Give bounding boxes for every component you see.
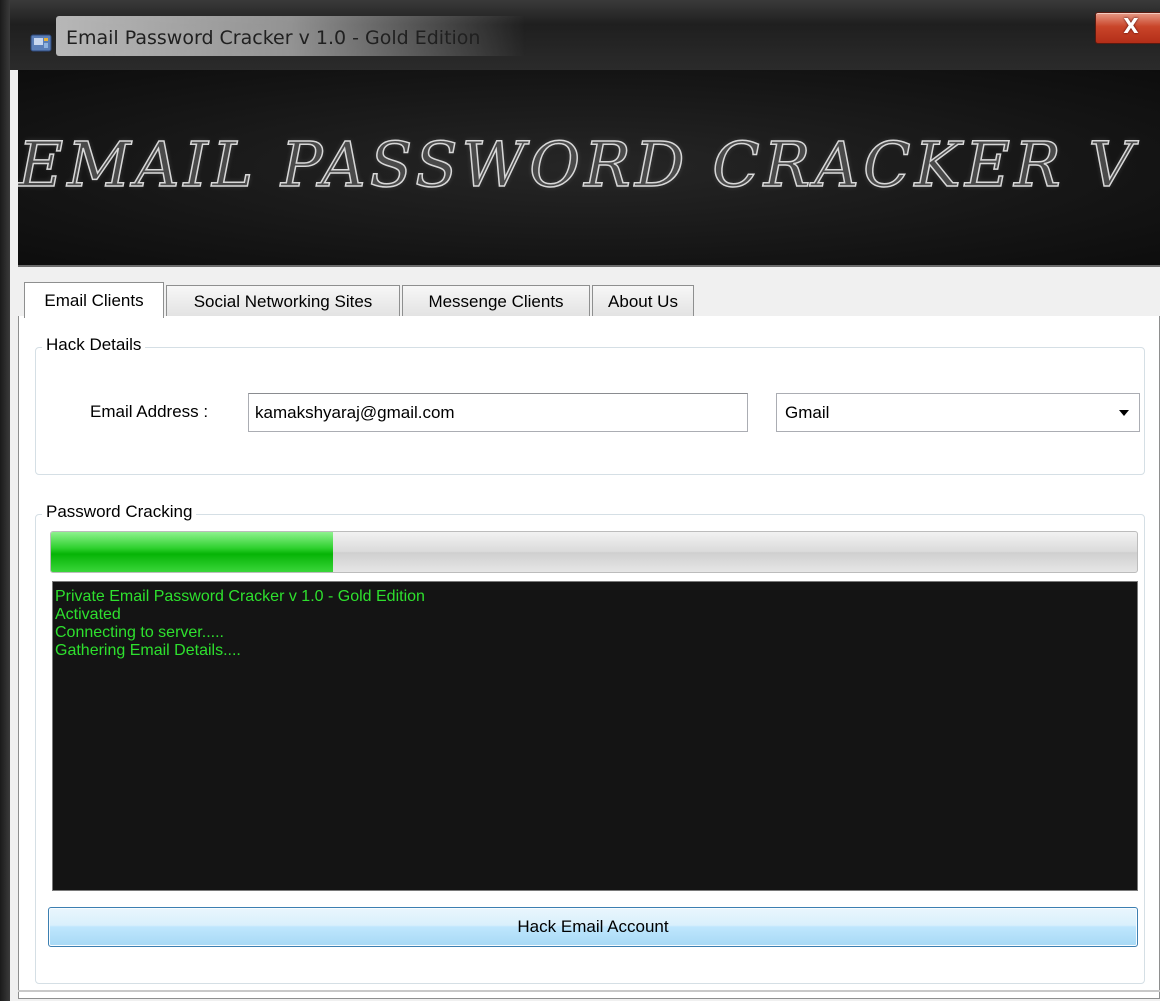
tab-messenge-clients[interactable]: Messenge Clients	[402, 285, 590, 317]
tab-email-clients[interactable]: Email Clients	[24, 282, 164, 318]
hack-email-account-button[interactable]: Hack Email Account	[48, 907, 1138, 947]
title-bar[interactable]: Email Password Cracker v 1.0 - Gold Edit…	[10, 0, 1160, 70]
tab-about-us[interactable]: About Us	[592, 285, 694, 317]
output-log[interactable]: Private Email Password Cracker v 1.0 - G…	[52, 581, 1138, 891]
log-line: Gathering Email Details....	[55, 642, 241, 659]
cracking-progress-bar	[50, 531, 1138, 573]
close-icon: X	[1123, 14, 1139, 38]
hack-details-label: Hack Details	[42, 335, 146, 355]
close-button[interactable]: X	[1095, 12, 1160, 44]
progress-fill	[51, 532, 334, 572]
email-provider-select[interactable]: Gmail	[776, 393, 1140, 432]
header-banner: EMAIL PASSWORD CRACKER V 1.0	[18, 70, 1160, 267]
chevron-down-icon[interactable]	[1119, 410, 1129, 416]
status-divider	[18, 990, 1160, 992]
window-title: Email Password Cracker v 1.0 - Gold Edit…	[66, 27, 481, 49]
window-edge	[0, 0, 10, 1001]
main-content: Email Clients Social Networking Sites Me…	[18, 267, 1160, 1001]
password-cracking-group: Password Cracking Private Email Password…	[35, 502, 1145, 984]
password-cracking-label: Password Cracking	[42, 502, 197, 522]
tab-panel-email-clients: Hack Details Email Address : Gmail Passw…	[18, 316, 1160, 999]
email-address-label: Email Address :	[90, 402, 209, 421]
tab-social-networking-sites[interactable]: Social Networking Sites	[166, 285, 400, 317]
log-line: Connecting to server.....	[55, 624, 224, 641]
log-line: Activated	[55, 606, 121, 623]
banner-title: EMAIL PASSWORD CRACKER V 1.0	[18, 127, 1160, 202]
email-provider-value: Gmail	[785, 403, 830, 422]
app-icon	[30, 34, 52, 52]
app-window: Email Password Cracker v 1.0 - Gold Edit…	[0, 0, 1160, 1001]
log-line: Private Email Password Cracker v 1.0 - G…	[55, 588, 425, 605]
tab-strip: Email Clients Social Networking Sites Me…	[18, 282, 1160, 318]
hack-details-group: Hack Details Email Address : Gmail	[35, 335, 1145, 475]
email-address-input[interactable]	[248, 393, 748, 432]
